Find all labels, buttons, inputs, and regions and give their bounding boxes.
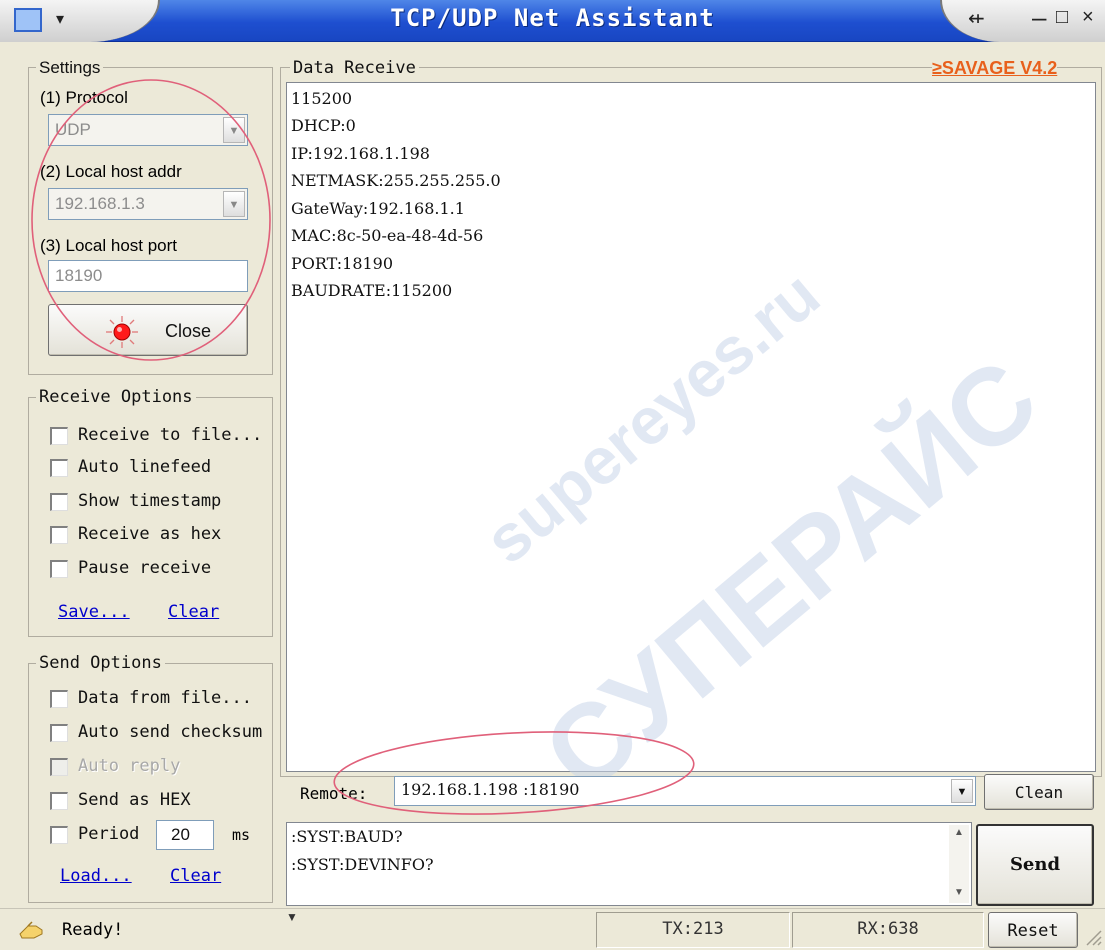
checkbox-box[interactable] <box>50 724 68 742</box>
checkbox-label: Data from file... <box>78 688 252 708</box>
period-input[interactable]: 20 <box>156 820 214 850</box>
checkbox-box[interactable] <box>50 792 68 810</box>
send-line: :SYST:DEVINFO? <box>291 855 434 874</box>
reset-button[interactable]: Reset <box>988 912 1078 948</box>
period-unit: ms <box>232 826 251 844</box>
resize-grip-icon[interactable] <box>1084 928 1102 946</box>
checkbox-box <box>50 758 68 776</box>
checkbox-label: Send as HEX <box>78 790 191 810</box>
clear-send-link[interactable]: Clear <box>170 866 221 886</box>
scroll-down-icon[interactable]: ▼ <box>954 887 964 898</box>
receive-text-area[interactable]: 115200 DHCP:0 IP:192.168.1.198 NETMASK:2… <box>286 82 1096 772</box>
checkbox-box[interactable] <box>50 560 68 578</box>
splitter-arrow-icon[interactable]: ▼ <box>286 910 298 924</box>
checkbox-label: Auto send checksum <box>78 722 263 742</box>
maximize-button[interactable]: □ <box>1056 6 1068 29</box>
receive-line: DHCP:0 <box>291 116 356 135</box>
receive-line: PORT:18190 <box>291 254 394 273</box>
reset-button-label: Reset <box>1007 921 1059 941</box>
receive-line: 115200 <box>291 89 353 108</box>
status-text: Ready! <box>62 920 124 940</box>
rx-counter-label: RX:638 <box>857 919 919 939</box>
send-options-title: Send Options <box>36 653 165 673</box>
minimize-button[interactable]: – <box>1032 2 1046 33</box>
send-button-label: Send <box>1009 854 1061 875</box>
checkbox-label: Auto linefeed <box>78 457 212 477</box>
checkbox-box[interactable] <box>50 427 68 445</box>
send-line: :SYST:BAUD? <box>291 827 403 846</box>
load-link[interactable]: Load... <box>60 866 132 886</box>
clear-receive-link[interactable]: Clear <box>168 602 219 622</box>
checkbox-box[interactable] <box>50 526 68 544</box>
status-hand-icon <box>19 921 43 939</box>
receive-line: NETMASK:255.255.255.0 <box>291 171 501 190</box>
window-title: TCP/UDP Net Assistant <box>390 4 715 32</box>
scroll-up-icon[interactable]: ▲ <box>954 827 964 838</box>
receive-options-title: Receive Options <box>36 387 196 407</box>
tx-counter-label: TX:213 <box>662 919 724 939</box>
checkbox-label: Period <box>78 824 140 844</box>
version-badge: ≥SAVAGE V4.2 <box>932 58 1058 79</box>
checkbox-box[interactable] <box>50 493 68 511</box>
chevron-down-icon[interactable]: ▼ <box>951 779 973 803</box>
rx-counter: RX:638 <box>792 912 984 948</box>
receive-line: IP:192.168.1.198 <box>291 144 430 163</box>
receive-line: MAC:8c-50-ea-48-4d-56 <box>291 226 484 245</box>
highlight-ellipse-settings <box>31 79 271 361</box>
save-link[interactable]: Save... <box>58 602 130 622</box>
checkbox-box[interactable] <box>50 826 68 844</box>
pin-icon[interactable]: ⇷ <box>968 6 985 31</box>
receive-line: GateWay:192.168.1.1 <box>291 199 465 218</box>
checkbox-label: Receive as hex <box>78 524 222 544</box>
settings-group-title: Settings <box>36 58 104 78</box>
receive-line: BAUDRATE:115200 <box>291 281 453 300</box>
send-button[interactable]: Send <box>976 824 1094 906</box>
send-text-area[interactable]: :SYST:BAUD? :SYST:DEVINFO? ▲ ▼ <box>286 822 972 906</box>
checkbox-label: Auto reply <box>78 756 181 776</box>
clean-button-label: Clean <box>1014 783 1064 802</box>
checkbox-label: Receive to file... <box>78 425 263 445</box>
highlight-ellipse-remote <box>333 731 695 815</box>
clean-button[interactable]: Clean <box>984 774 1094 810</box>
data-receive-title: Data Receive <box>290 58 419 78</box>
tx-counter: TX:213 <box>596 912 790 948</box>
checkbox-box[interactable] <box>50 690 68 708</box>
checkbox-label: Pause receive <box>78 558 212 578</box>
checkbox-label: Show timestamp <box>78 491 222 511</box>
close-window-button[interactable]: × <box>1082 6 1094 29</box>
checkbox-box[interactable] <box>50 459 68 477</box>
period-value: 20 <box>171 825 190 844</box>
send-scrollbar[interactable]: ▲ ▼ <box>949 825 969 903</box>
